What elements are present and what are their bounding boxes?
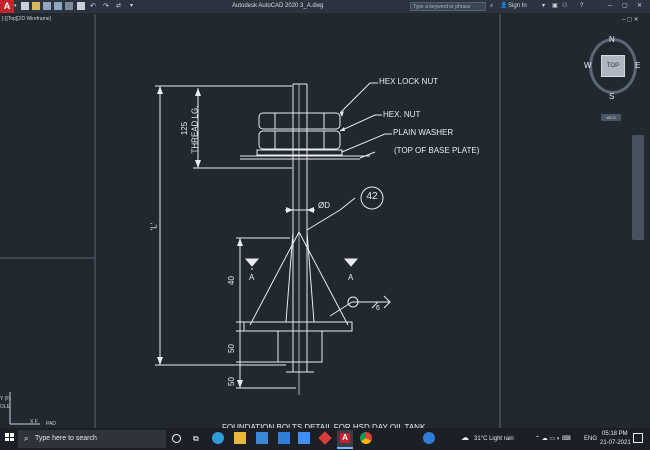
print-icon[interactable]	[77, 2, 85, 10]
viewcube-top-face[interactable]: TOP	[601, 55, 625, 77]
title-bar: A ▾ ↶ ↷ ⇄ ▾ Autodesk AutoCAD 2020 3_A.dw…	[0, 0, 650, 14]
weather-icon[interactable]: ☁	[461, 433, 469, 442]
dim-50a-value: 50	[226, 344, 236, 353]
thread-length-value: 125	[180, 121, 190, 136]
dropdown-arrow-icon[interactable]: ▾	[542, 0, 545, 13]
network-icon[interactable]: ⚇	[562, 0, 567, 13]
overall-length-value: 'L'	[149, 222, 159, 231]
save-icon[interactable]	[43, 2, 51, 10]
weather-status[interactable]: 31°C Light rain	[474, 436, 514, 442]
thread-label: THREAD LG.	[190, 105, 200, 154]
section-mark-right	[343, 258, 359, 267]
notification-icon[interactable]	[633, 433, 643, 443]
hex-lock-nut-leader	[339, 82, 378, 114]
section-mark-left	[244, 258, 260, 267]
viewcube[interactable]: TOP N S W E	[584, 33, 641, 103]
mail-icon[interactable]	[278, 432, 290, 444]
web-mobile-icon[interactable]	[65, 2, 73, 10]
language-indicator[interactable]: ENG	[584, 436, 597, 442]
cortana-icon[interactable]	[172, 434, 181, 443]
binoculars-icon[interactable]: ⌕	[490, 0, 493, 13]
customize-arrow-icon[interactable]: ▾	[130, 0, 133, 13]
diameter-label: ØD	[318, 201, 330, 210]
user-icon[interactable]: 👤	[500, 0, 507, 13]
section-label-right: A	[348, 273, 354, 282]
task-view-icon[interactable]: ⧉	[193, 434, 199, 444]
sign-in-link[interactable]: Sign In	[508, 0, 527, 13]
hex-lock-nut-label: HEX LOCK NUT	[379, 77, 439, 86]
dim-40-value: 40	[226, 276, 236, 285]
dropbox-icon[interactable]	[298, 432, 310, 444]
ucs-ole-label: OLE	[0, 404, 11, 410]
ucs-y-label: Y (F)	[0, 396, 12, 402]
pad-label: PAD	[46, 421, 56, 427]
taskbar-search-input[interactable]: Type here to search	[18, 430, 166, 448]
ucs-x-label: X F	[30, 419, 38, 425]
new-file-icon[interactable]	[21, 2, 29, 10]
weld-size-label: 6	[376, 305, 380, 312]
maximize-icon[interactable]: ▢	[622, 0, 628, 13]
compass-east[interactable]: E	[635, 61, 640, 70]
plain-washer-label: PLAIN WASHER	[393, 128, 454, 137]
dim-50b-value: 50	[226, 377, 236, 386]
edge-browser-icon[interactable]	[212, 432, 224, 444]
search-icon: ⌕	[24, 434, 29, 443]
tray-icons[interactable]: ⌃ ☁ ▭ ◐ ⌨	[535, 435, 571, 442]
compass-south[interactable]: S	[609, 92, 614, 101]
file-explorer-icon[interactable]	[234, 432, 246, 444]
minimize-icon[interactable]: ─	[608, 0, 612, 13]
gusset-right	[298, 231, 349, 326]
autocad-app-button[interactable]: A	[0, 0, 14, 13]
anchor-block	[277, 330, 323, 363]
plain-washer-leader	[341, 133, 392, 153]
compass-west[interactable]: W	[584, 61, 592, 70]
bubble-leader	[306, 197, 356, 231]
help-circle-icon[interactable]	[423, 432, 435, 444]
clock-time[interactable]: 05:18 PM	[602, 431, 628, 437]
autocad-taskbar-icon[interactable]: A	[337, 430, 353, 449]
cart-icon[interactable]: ▣	[552, 0, 558, 13]
hex-nut-label: HEX. NUT	[383, 110, 421, 119]
window-title: Autodesk AutoCAD 2020 3_A.dwg	[232, 3, 324, 9]
hex-nut-leader	[339, 114, 382, 132]
wcs-menu[interactable]: WCS	[601, 114, 621, 121]
drawing-canvas	[0, 14, 501, 428]
compass-north[interactable]: N	[609, 35, 615, 44]
callout-bubble-number: 42	[366, 191, 378, 202]
windows-start-icon[interactable]	[5, 433, 14, 441]
top-base-plate-label: (TOP OF BASE PLATE)	[394, 146, 480, 155]
redo-icon[interactable]: ↷	[103, 0, 109, 13]
save-as-icon[interactable]	[54, 2, 62, 10]
share-icon[interactable]: ⇄	[116, 0, 121, 13]
app-menu-arrow-icon[interactable]: ▾	[14, 0, 19, 13]
close-icon[interactable]: ✕	[637, 0, 642, 13]
open-folder-icon[interactable]	[32, 2, 40, 10]
clock-date[interactable]: 21-07-2021	[600, 440, 631, 446]
anchor-plate	[243, 321, 353, 332]
chrome-icon[interactable]	[360, 432, 372, 444]
section-label-left: A	[249, 273, 255, 282]
help-icon[interactable]: ?	[580, 0, 583, 13]
keyword-search-input[interactable]: Type a keyword or phrase	[410, 2, 486, 11]
undo-icon[interactable]: ↶	[90, 0, 96, 13]
store-icon[interactable]	[256, 432, 268, 444]
